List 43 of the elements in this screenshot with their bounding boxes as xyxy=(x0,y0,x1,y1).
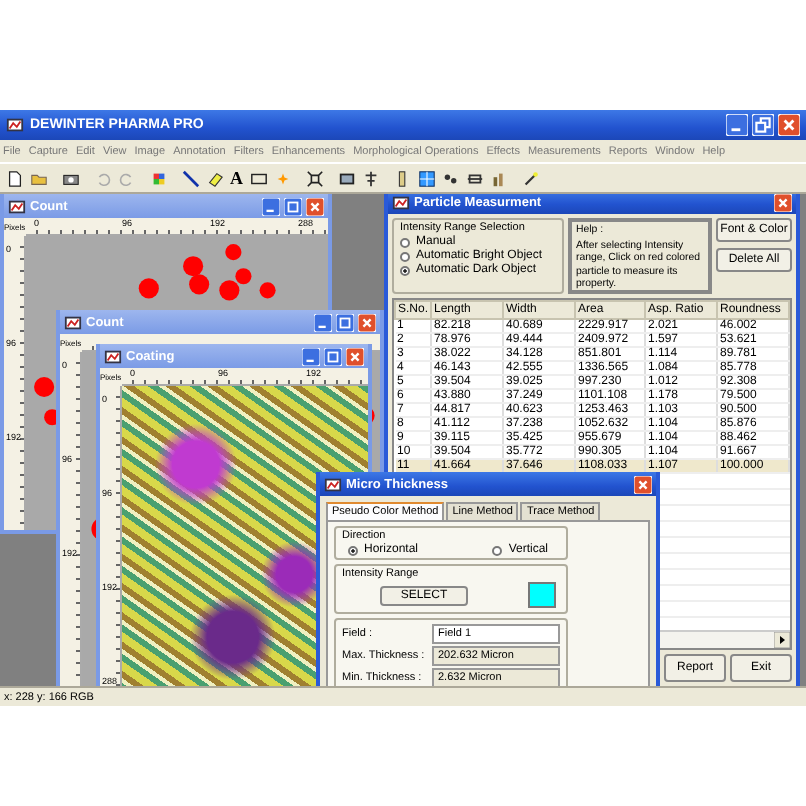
crop-icon[interactable] xyxy=(305,169,323,187)
app-icon xyxy=(104,347,122,365)
close-button[interactable] xyxy=(306,197,324,215)
maximize-button[interactable] xyxy=(336,313,354,331)
app-icon xyxy=(64,313,82,331)
camera-icon[interactable] xyxy=(62,169,80,187)
restore-button[interactable] xyxy=(752,114,774,136)
close-button[interactable] xyxy=(778,114,800,136)
minimize-button[interactable] xyxy=(314,313,332,331)
thickness-icon[interactable] xyxy=(465,169,483,187)
color-swatch[interactable] xyxy=(528,582,556,608)
close-button[interactable] xyxy=(774,194,792,211)
minimize-button[interactable] xyxy=(726,114,748,136)
radio-indicator[interactable] xyxy=(400,237,410,247)
radio-indicator[interactable] xyxy=(400,265,410,275)
radio-indicator[interactable] xyxy=(492,545,503,555)
grid-icon[interactable] xyxy=(417,169,435,187)
image-icon[interactable] xyxy=(337,169,355,187)
palette-icon[interactable] xyxy=(150,169,168,187)
maximize-button[interactable] xyxy=(284,197,302,215)
app-icon xyxy=(6,116,24,134)
rectangle-icon[interactable] xyxy=(249,169,267,187)
eraser-icon[interactable] xyxy=(206,169,224,187)
app-icon xyxy=(324,475,342,493)
radio-indicator[interactable] xyxy=(400,251,410,261)
close-button[interactable] xyxy=(346,347,364,365)
line-tool-icon[interactable] xyxy=(182,169,200,187)
scroll-right-icon[interactable] xyxy=(774,632,790,648)
text-tool-button[interactable]: A xyxy=(230,169,243,187)
minimize-button[interactable] xyxy=(302,347,320,365)
bar-chart-icon[interactable] xyxy=(489,169,507,187)
close-button[interactable] xyxy=(634,475,652,493)
folder-icon[interactable] xyxy=(30,169,48,187)
app-icon xyxy=(8,197,26,215)
particles-icon[interactable] xyxy=(441,169,459,187)
new-file-icon[interactable] xyxy=(6,169,24,187)
maximize-button[interactable] xyxy=(324,347,342,365)
ruler-icon[interactable] xyxy=(393,169,411,187)
radio-indicator[interactable] xyxy=(348,545,358,555)
wand-icon[interactable] xyxy=(521,169,539,187)
close-button[interactable] xyxy=(358,313,376,331)
measure-icon[interactable] xyxy=(361,169,379,187)
minimize-button[interactable] xyxy=(262,197,280,215)
